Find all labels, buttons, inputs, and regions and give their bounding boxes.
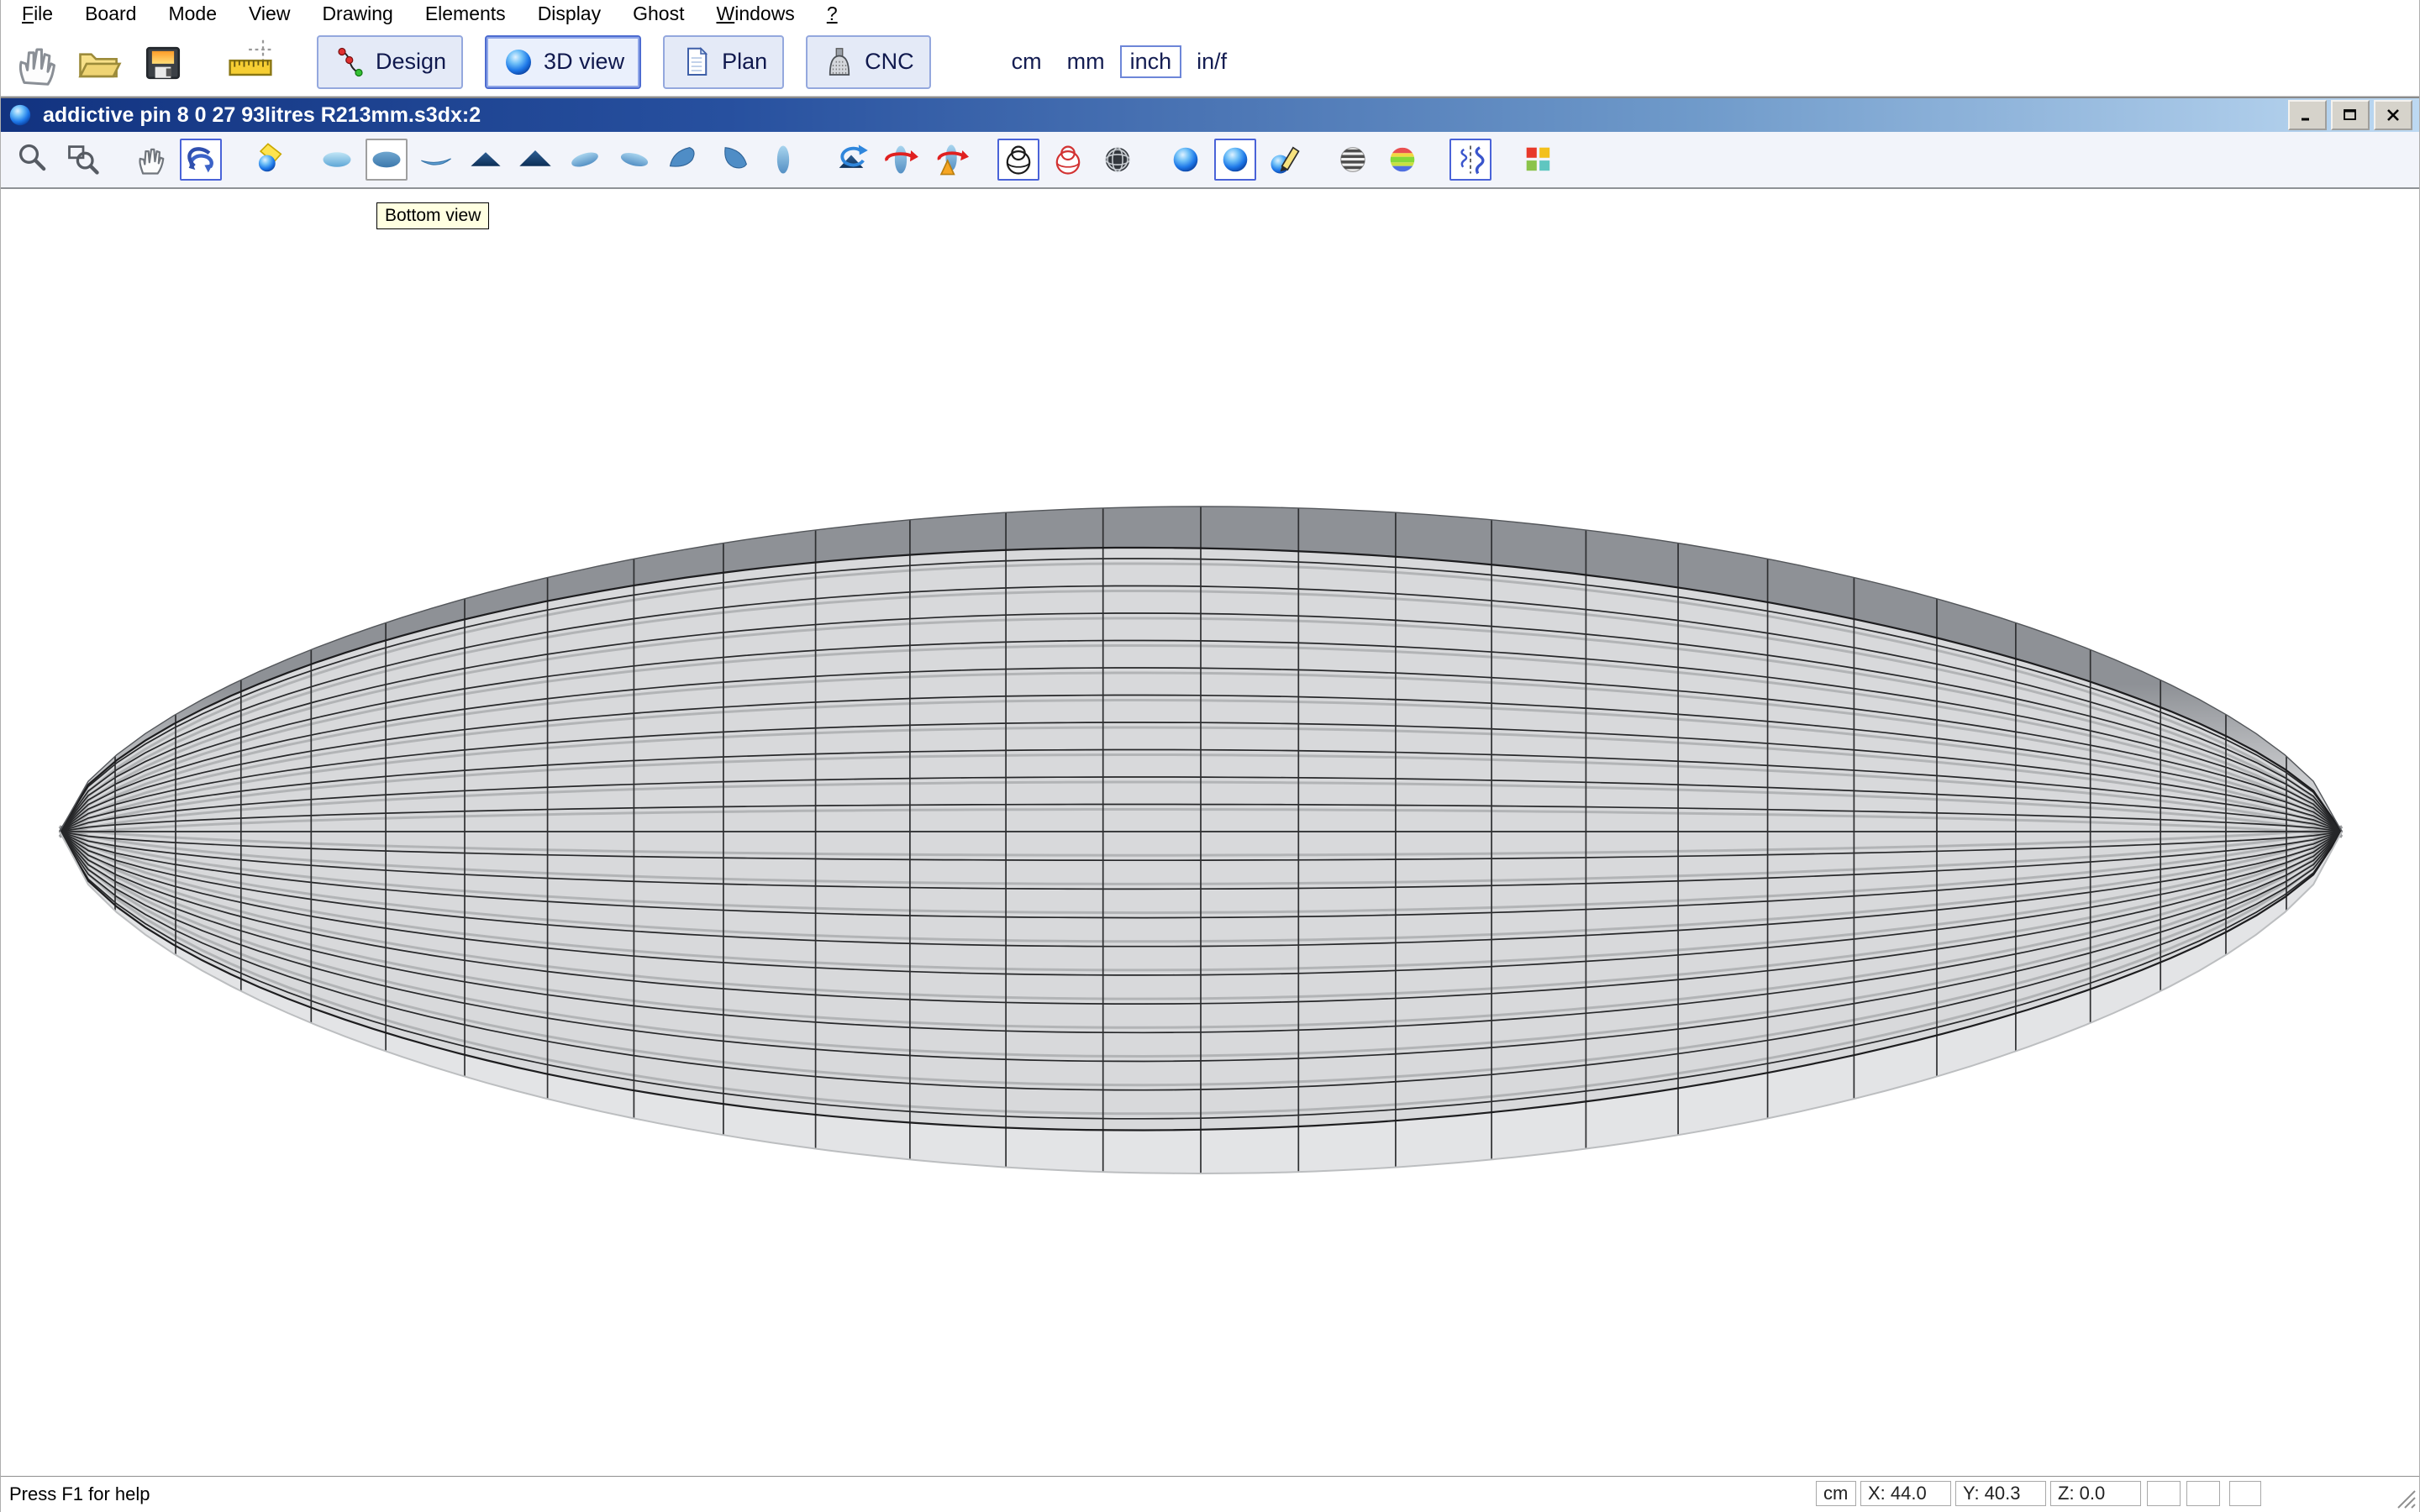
design-icon xyxy=(334,45,367,79)
menu-view[interactable]: View xyxy=(233,2,306,26)
window-controls xyxy=(2288,100,2419,130)
wireframe-slices-icon[interactable] xyxy=(1047,139,1089,181)
menu-file[interactable]: File xyxy=(6,2,69,26)
unit-cm[interactable]: cm xyxy=(1002,45,1052,78)
main-toolbar: Design 3D view Plan CNC cm mm inch in/f xyxy=(1,28,2419,97)
light-direction-icon[interactable] xyxy=(248,139,290,181)
resize-grip-icon[interactable] xyxy=(2393,1486,2417,1509)
status-x-coord: X: 44.0 xyxy=(1860,1481,1951,1506)
status-y-coord: Y: 40.3 xyxy=(1955,1481,2046,1506)
document-icon xyxy=(8,102,33,128)
close-button[interactable] xyxy=(2374,100,2412,130)
plan-mode-button[interactable]: Plan xyxy=(663,35,784,89)
cnc-mode-button[interactable]: CNC xyxy=(806,35,931,89)
unit-inf[interactable]: in/f xyxy=(1186,45,1237,78)
menu-ghost[interactable]: Ghost xyxy=(617,2,700,26)
status-z-coord: Z: 0.0 xyxy=(2050,1481,2141,1506)
document-title-bar[interactable]: addictive pin 8 0 27 93litres R213mm.s3d… xyxy=(1,97,2419,132)
view-toolbar xyxy=(1,132,2419,189)
zebra-stripes-icon[interactable] xyxy=(1332,139,1374,181)
menu-drawing[interactable]: Drawing xyxy=(306,2,408,26)
menu-bar: File Board Mode View Drawing Elements Di… xyxy=(1,0,2419,28)
perspective-view-right-icon[interactable] xyxy=(713,139,755,181)
unit-inch[interactable]: inch xyxy=(1120,45,1182,78)
side-view-icon[interactable] xyxy=(415,139,457,181)
rotate-3d-icon[interactable] xyxy=(180,139,222,181)
shaded-render-icon[interactable] xyxy=(1165,139,1207,181)
perspective-view-left-icon[interactable] xyxy=(663,139,705,181)
tilted-view-right-icon[interactable] xyxy=(613,139,655,181)
pan-hand-icon[interactable] xyxy=(130,139,172,181)
3d-view-mode-button[interactable]: 3D view xyxy=(485,35,641,89)
plan-mode-label: Plan xyxy=(722,49,767,75)
menu-board[interactable]: Board xyxy=(69,2,152,26)
menu-display[interactable]: Display xyxy=(522,2,617,26)
save-icon[interactable] xyxy=(135,34,191,90)
app-window: { "menu": { "items": [ {"label": "File"}… xyxy=(0,0,2420,1512)
cnc-bit-icon xyxy=(823,45,856,79)
surfboard-bottom-view-render xyxy=(1,189,2419,1476)
zoom-window-icon[interactable] xyxy=(62,139,104,181)
maximize-button[interactable] xyxy=(2331,100,2370,130)
menu-help[interactable]: ? xyxy=(811,2,854,26)
tail-view-icon[interactable] xyxy=(514,139,556,181)
status-empty-cell xyxy=(2229,1481,2261,1506)
menu-elements[interactable]: Elements xyxy=(409,2,522,26)
status-fields: cm X: 44.0 Y: 40.3 Z: 0.0 xyxy=(1816,1481,2265,1506)
unit-selector: cm mm inch in/f xyxy=(1002,45,1243,78)
measure-icon[interactable] xyxy=(223,34,278,90)
plan-sheet-icon xyxy=(680,45,713,79)
open-folder-icon[interactable] xyxy=(71,34,127,90)
curvature-map-icon[interactable] xyxy=(1381,139,1423,181)
status-help-text: Press F1 for help xyxy=(9,1483,150,1505)
pointer-hand-icon[interactable] xyxy=(8,34,63,90)
symmetry-icon[interactable] xyxy=(1449,139,1491,181)
design-mode-button[interactable]: Design xyxy=(317,35,463,89)
zoom-icon[interactable] xyxy=(13,139,55,181)
menu-windows[interactable]: Windows xyxy=(700,2,810,26)
status-empty-cell xyxy=(2186,1481,2220,1506)
nose-view-icon[interactable] xyxy=(465,139,507,181)
auto-rotate-icon[interactable] xyxy=(830,139,872,181)
front-view-icon[interactable] xyxy=(762,139,804,181)
cnc-mode-label: CNC xyxy=(865,49,914,75)
spin-horizontal-icon[interactable] xyxy=(880,139,922,181)
spin-vertical-icon[interactable] xyxy=(929,139,971,181)
wireframe-icon[interactable] xyxy=(997,139,1039,181)
minimize-button[interactable] xyxy=(2288,100,2327,130)
3d-sphere-icon xyxy=(502,45,535,79)
status-unit: cm xyxy=(1816,1481,1856,1506)
3d-view-mode-label: 3D view xyxy=(544,49,624,75)
design-mode-label: Design xyxy=(376,49,446,75)
mesh-render-icon[interactable] xyxy=(1097,139,1139,181)
status-bar: Press F1 for help cm X: 44.0 Y: 40.3 Z: … xyxy=(1,1476,2419,1512)
status-empty-cell xyxy=(2147,1481,2181,1506)
tooltip: Bottom view xyxy=(376,202,489,229)
document-title: addictive pin 8 0 27 93litres R213mm.s3d… xyxy=(43,103,481,128)
menu-mode[interactable]: Mode xyxy=(152,2,233,26)
top-view-icon[interactable] xyxy=(316,139,358,181)
tilted-view-left-icon[interactable] xyxy=(564,139,606,181)
paint-render-icon[interactable] xyxy=(1264,139,1306,181)
unit-mm[interactable]: mm xyxy=(1057,45,1115,78)
color-palette-icon[interactable] xyxy=(1518,139,1560,181)
smooth-render-icon[interactable] xyxy=(1214,139,1256,181)
bottom-view-icon[interactable] xyxy=(366,139,408,181)
viewport-3d[interactable]: Bottom view xyxy=(1,189,2419,1476)
